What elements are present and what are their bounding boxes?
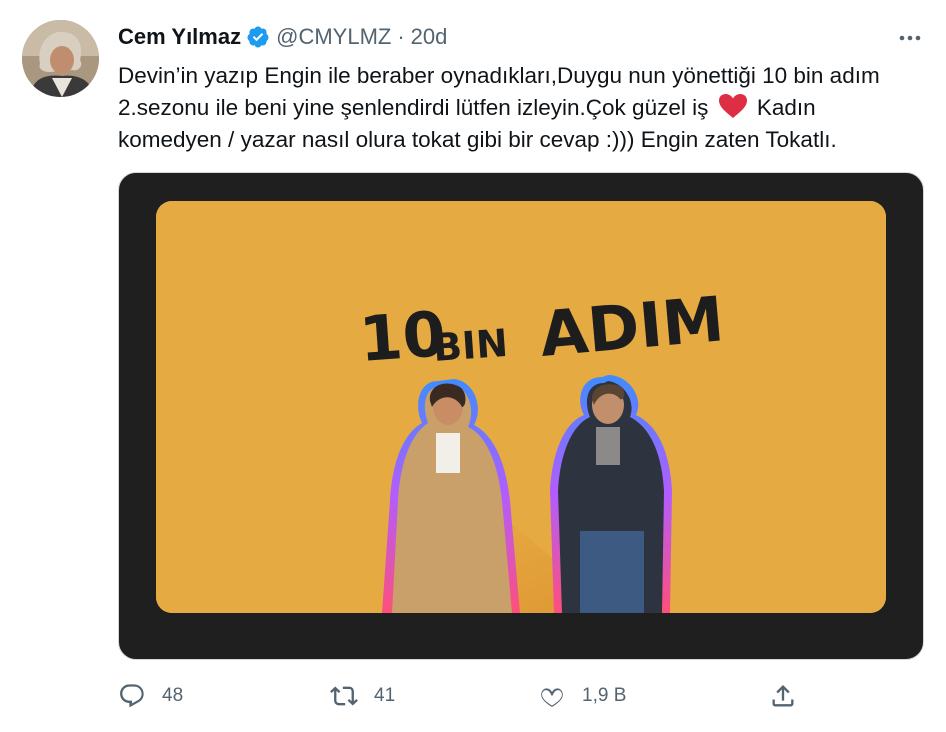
like-count: 1,9 B	[582, 685, 627, 706]
more-options-icon[interactable]	[896, 26, 924, 50]
separator-dot: ·	[397, 24, 405, 49]
avatar-image	[22, 20, 99, 97]
svg-text:BIN: BIN	[432, 321, 510, 370]
tweet-card[interactable]: Cem Yılmaz @CMYLMZ · 20d Devin’in yazıp …	[0, 0, 946, 732]
retweet-count: 41	[374, 685, 396, 706]
like-button[interactable]: 1,9 B	[537, 678, 626, 714]
retweet-icon	[329, 681, 359, 711]
tweet-timestamp[interactable]: 20d	[411, 24, 448, 50]
verified-badge-icon	[246, 25, 270, 49]
user-handle[interactable]: @CMYLMZ	[276, 24, 391, 50]
share-icon	[768, 681, 798, 711]
tweet-media-image[interactable]: 10 BIN ADIM	[118, 172, 924, 660]
tweet-text: Devin’in yazıp Engin ile beraber oynadık…	[118, 60, 918, 156]
tweet-header: Cem Yılmaz @CMYLMZ · 20d	[118, 22, 447, 52]
reply-count: 48	[162, 685, 184, 706]
poster-image: 10 BIN ADIM	[156, 201, 886, 613]
tweet-actions: 48 41 1,9 B	[0, 678, 946, 714]
reply-button[interactable]: 48	[117, 678, 183, 714]
retweet-button[interactable]: 41	[329, 678, 395, 714]
user-name[interactable]: Cem Yılmaz	[118, 24, 241, 50]
share-button[interactable]	[768, 678, 798, 714]
avatar[interactable]	[22, 20, 99, 97]
red-heart-emoji	[718, 93, 748, 119]
heart-icon	[537, 681, 567, 711]
reply-icon	[117, 681, 147, 711]
